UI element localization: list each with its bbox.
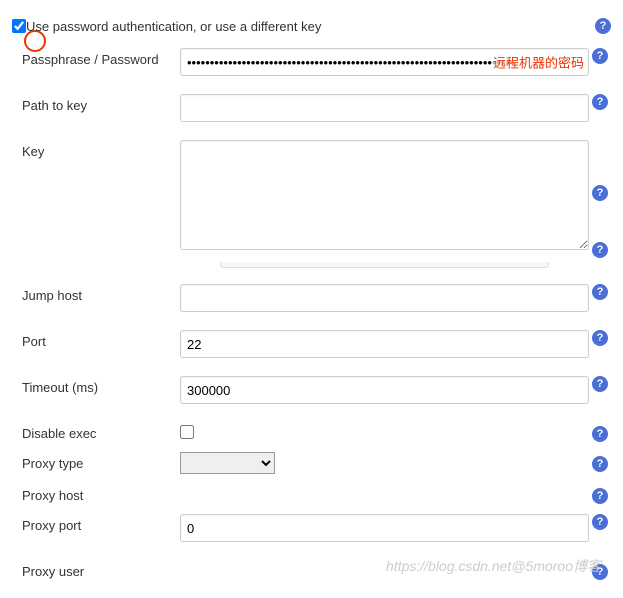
help-icon[interactable]: ? — [592, 330, 608, 346]
port-label: Port — [12, 330, 180, 349]
timeout-label: Timeout (ms) — [12, 376, 180, 395]
proxy-user-row: Proxy user ? — [12, 560, 611, 580]
help-icon[interactable]: ? — [592, 242, 608, 258]
proxy-port-row: Proxy port ? — [12, 514, 611, 542]
help-icon[interactable]: ? — [592, 94, 608, 110]
jump-host-label: Jump host — [12, 284, 180, 303]
proxy-type-label: Proxy type — [12, 452, 180, 471]
passphrase-label: Passphrase / Password — [12, 48, 180, 67]
use-password-label: Use password authentication, or use a di… — [26, 19, 595, 34]
help-icon[interactable]: ? — [592, 376, 608, 392]
help-icon[interactable]: ? — [592, 185, 608, 201]
proxy-type-select[interactable] — [180, 452, 275, 474]
disable-exec-checkbox[interactable] — [180, 425, 194, 439]
key-label: Key — [12, 140, 180, 159]
textarea-resize-handle[interactable] — [220, 262, 549, 268]
help-icon[interactable]: ? — [592, 426, 608, 442]
use-password-row: Use password authentication, or use a di… — [12, 18, 611, 34]
help-icon[interactable]: ? — [592, 564, 608, 580]
proxy-type-row: Proxy type ? — [12, 452, 611, 474]
passphrase-row: Passphrase / Password 远程机器的密码 ? — [12, 48, 611, 76]
jump-host-row: Jump host ? — [12, 284, 611, 312]
key-row: Key ? ? — [12, 140, 611, 258]
form-container: Use password authentication, or use a di… — [12, 18, 611, 580]
help-icon[interactable]: ? — [592, 488, 608, 504]
proxy-user-label: Proxy user — [12, 560, 180, 579]
help-icon[interactable]: ? — [592, 456, 608, 472]
path-to-key-input[interactable] — [180, 94, 589, 122]
use-password-checkbox[interactable] — [12, 19, 26, 33]
disable-exec-row: Disable exec ? — [12, 422, 611, 442]
proxy-host-row: Proxy host ? — [12, 484, 611, 504]
proxy-port-input[interactable] — [180, 514, 589, 542]
path-to-key-row: Path to key ? — [12, 94, 611, 122]
port-row: Port ? — [12, 330, 611, 358]
passphrase-input[interactable] — [180, 48, 589, 76]
proxy-host-label: Proxy host — [12, 484, 180, 503]
help-icon[interactable]: ? — [592, 48, 608, 64]
port-input[interactable] — [180, 330, 589, 358]
jump-host-input[interactable] — [180, 284, 589, 312]
help-icon[interactable]: ? — [592, 284, 608, 300]
path-to-key-label: Path to key — [12, 94, 180, 113]
help-icon[interactable]: ? — [595, 18, 611, 34]
disable-exec-label: Disable exec — [12, 422, 180, 441]
timeout-row: Timeout (ms) ? — [12, 376, 611, 404]
help-icon[interactable]: ? — [592, 514, 608, 530]
timeout-input[interactable] — [180, 376, 589, 404]
key-textarea[interactable] — [180, 140, 589, 250]
proxy-port-label: Proxy port — [12, 514, 180, 533]
